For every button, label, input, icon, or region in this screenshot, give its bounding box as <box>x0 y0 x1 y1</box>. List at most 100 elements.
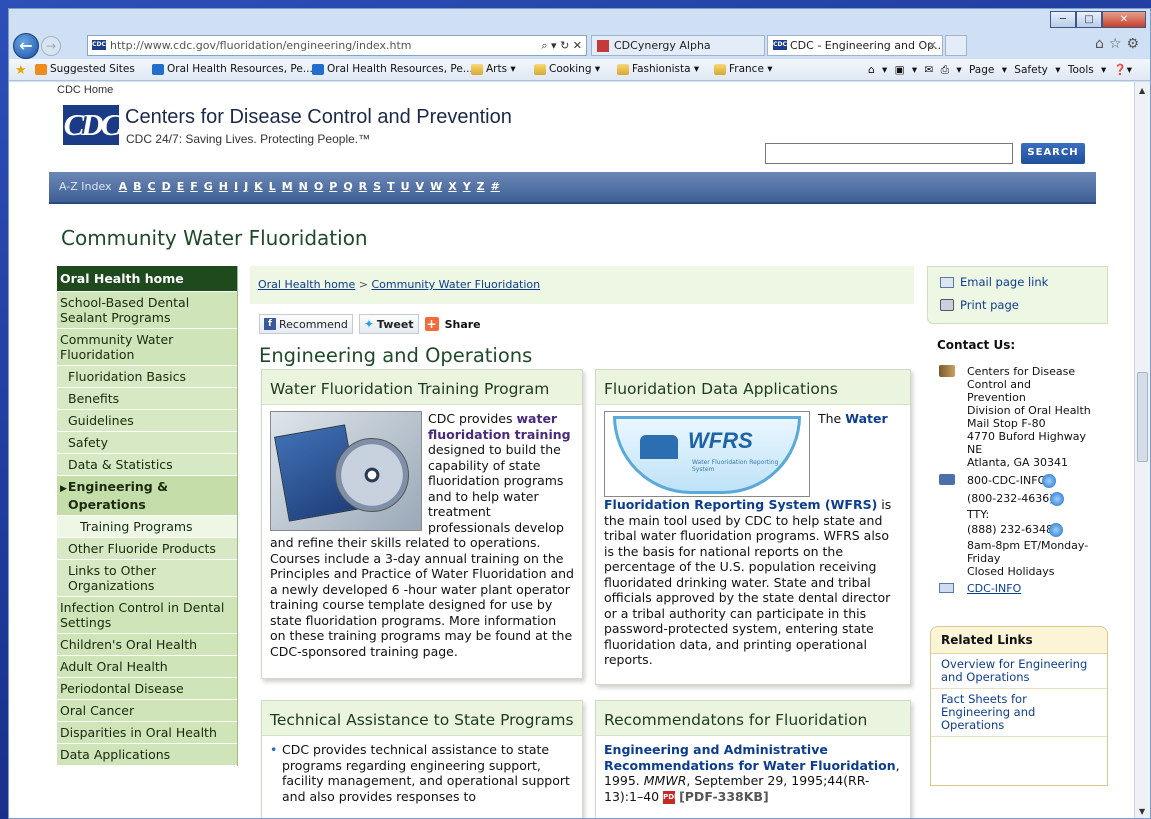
left-nav-item[interactable]: Community Water Fluoridation <box>57 329 237 366</box>
share-label[interactable]: Share <box>445 318 481 331</box>
search-input[interactable] <box>765 143 1013 164</box>
scroll-up-icon[interactable]: ▲ <box>1139 86 1145 95</box>
left-nav-item[interactable]: Links to Other Organizations <box>57 560 237 597</box>
close-window-button[interactable]: ✕ <box>1102 11 1146 28</box>
search-button[interactable]: SEARCH <box>1021 143 1085 164</box>
az-letter-link[interactable]: O <box>314 180 323 193</box>
left-nav-item[interactable]: Guidelines <box>57 410 237 432</box>
email-page-link[interactable]: Email page link <box>940 275 1048 289</box>
card-title: Fluoridation Data Applications <box>596 370 910 405</box>
print-page-link[interactable]: Print page <box>940 298 1019 312</box>
tweet-button[interactable]: ✦ Tweet <box>358 314 419 334</box>
az-letter-link[interactable]: N <box>299 180 308 193</box>
left-nav-item[interactable]: Children's Oral Health <box>57 634 237 656</box>
az-letter-link[interactable]: Q <box>343 180 352 193</box>
section-title: Engineering and Operations <box>259 344 533 367</box>
left-nav-item[interactable]: Fluoridation Basics <box>57 366 237 388</box>
related-link-overview[interactable]: Overview for Engineering and Operations <box>931 654 1107 689</box>
az-letter-link[interactable]: U <box>401 180 410 193</box>
az-letter-link[interactable]: T <box>387 180 395 193</box>
address-line: Division of Oral Health <box>967 404 1091 417</box>
az-letter-link[interactable]: P <box>329 180 337 193</box>
call-icon[interactable] <box>1049 492 1064 506</box>
left-nav-item[interactable]: Data & Statistics <box>57 454 237 476</box>
left-nav-item[interactable]: Oral Cancer <box>57 700 237 722</box>
favorite-cooking[interactable]: Cooking ▾ <box>534 63 600 75</box>
breadcrumb-current-link[interactable]: Community Water Fluoridation <box>372 278 541 291</box>
scrollbar-thumb[interactable] <box>1137 372 1148 462</box>
left-nav-item[interactable]: School-Based Dental Sealant Programs <box>57 292 237 329</box>
share-icon[interactable]: + <box>424 317 439 331</box>
az-letter-link[interactable]: C <box>147 180 155 193</box>
tty-number[interactable]: (888) 232-6348 <box>967 521 1109 539</box>
new-tab-button[interactable] <box>945 35 967 56</box>
az-letter-link[interactable]: L <box>269 180 276 193</box>
command-bar[interactable]: ⌂ ▾ ▣ ▾ ✉ ⎙ ▾ Page ▾ Safety ▾ Tools ▾ ❓▾ <box>868 63 1132 77</box>
az-letter-link[interactable]: R <box>359 180 367 193</box>
az-letter-link[interactable]: D <box>162 180 171 193</box>
left-nav-item[interactable]: Other Fluoride Products <box>57 538 237 560</box>
minimize-button[interactable]: ─ <box>1050 11 1076 28</box>
scroll-down-icon[interactable]: ▼ <box>1139 807 1145 816</box>
az-letter-link[interactable]: V <box>416 180 425 193</box>
phone-block: 800-CDC-INFO (800-232-4636) TTY: (888) 2… <box>939 472 1109 578</box>
left-nav-item[interactable]: Benefits <box>57 388 237 410</box>
technical-assistance-card: Technical Assistance to State Programs C… <box>261 700 583 818</box>
left-nav-item[interactable]: Engineering & Operations <box>57 476 237 516</box>
favorite-fashionista[interactable]: Fashionista ▾ <box>617 63 699 75</box>
facebook-recommend-button[interactable]: f Recommend <box>259 314 353 334</box>
az-letter-link[interactable]: G <box>204 180 213 193</box>
call-icon[interactable] <box>1042 474 1057 488</box>
cdc-home-link[interactable]: CDC Home <box>57 84 113 96</box>
cdc-logo[interactable]: CDC <box>63 105 121 145</box>
az-letter-link[interactable]: S <box>373 180 381 193</box>
back-button[interactable]: ← <box>13 33 39 59</box>
az-letter-link[interactable]: M <box>282 180 293 193</box>
az-letter-link[interactable]: J <box>244 180 248 193</box>
left-nav-item[interactable]: Training Programs <box>57 516 237 538</box>
address-tools[interactable]: ⌕ ▾ ↻ ✕ <box>541 36 582 55</box>
favorite-oral-health-2[interactable]: Oral Health Resources, Pe... <box>312 63 473 75</box>
recommendations-link[interactable]: Engineering and Administrative Recommend… <box>604 742 896 773</box>
favorite-oral-health-1[interactable]: Oral Health Resources, Pe... <box>152 63 313 75</box>
home-star-gear-icons[interactable]: ⌂☆⚙ <box>1095 36 1144 52</box>
az-letter-link[interactable]: E <box>177 180 185 193</box>
left-nav-item[interactable]: Disparities in Oral Health <box>57 722 237 744</box>
favorite-suggested-sites[interactable]: Suggested Sites <box>35 63 135 75</box>
cdc-info-link[interactable]: CDC-INFO <box>967 582 1021 595</box>
left-nav-item[interactable]: Periodontal Disease <box>57 678 237 700</box>
left-nav-item[interactable]: Safety <box>57 432 237 454</box>
site-tagline: CDC 24/7: Saving Lives. Protecting Peopl… <box>126 132 371 146</box>
az-letter-link[interactable]: A <box>119 180 128 193</box>
pdf-size[interactable]: [PDF-338KB] <box>679 789 769 804</box>
close-tab-icon[interactable]: ✕ <box>928 36 937 55</box>
address-bar[interactable]: CDC http://www.cdc.gov/fluoridation/engi… <box>87 35 587 56</box>
related-link-fact-sheets[interactable]: Fact Sheets for Engineering and Operatio… <box>931 689 1107 737</box>
az-letter-link[interactable]: Y <box>463 180 471 193</box>
phone2[interactable]: (800-232-4636) <box>967 490 1109 508</box>
tab-cdcynergy[interactable]: CDCynergy Alpha <box>591 35 765 56</box>
maximize-button[interactable]: □ <box>1076 11 1102 28</box>
call-icon[interactable] <box>1049 523 1064 537</box>
tab-engineering[interactable]: CDC CDC - Engineering and Op... ✕ <box>767 35 943 56</box>
az-letter-link[interactable]: F <box>190 180 198 193</box>
az-letter-link[interactable]: B <box>133 180 141 193</box>
az-letter-link[interactable]: # <box>491 180 500 193</box>
breadcrumb-home-link[interactable]: Oral Health home <box>258 278 355 291</box>
az-letter-link[interactable]: K <box>254 180 263 193</box>
left-nav-item[interactable]: Adult Oral Health <box>57 656 237 678</box>
left-nav-item[interactable]: Oral Health home <box>57 266 237 292</box>
left-nav-item[interactable]: Infection Control in Dental Settings <box>57 597 237 634</box>
favorite-arts[interactable]: Arts ▾ <box>471 63 516 75</box>
left-nav-item[interactable]: Data Applications <box>57 744 237 766</box>
az-letter-link[interactable]: W <box>430 180 442 193</box>
az-letter-link[interactable]: H <box>219 180 228 193</box>
forward-button[interactable]: → <box>41 36 61 56</box>
phone1[interactable]: 800-CDC-INFO <box>967 472 1109 490</box>
az-letter-link[interactable]: I <box>234 180 238 193</box>
vertical-scrollbar[interactable]: ▲ ▼ <box>1134 82 1150 818</box>
favorite-france[interactable]: France ▾ <box>714 63 773 75</box>
favorites-star-icon[interactable]: ★ <box>15 63 27 78</box>
az-letter-link[interactable]: Z <box>477 180 485 193</box>
az-letter-link[interactable]: X <box>448 180 456 193</box>
